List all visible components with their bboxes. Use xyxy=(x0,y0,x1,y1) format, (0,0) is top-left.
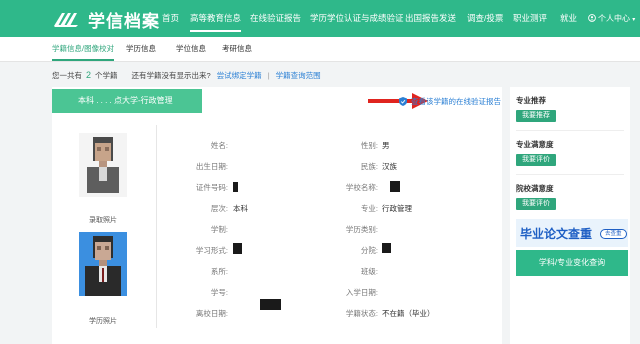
rate-major-button[interactable]: 我要评价 xyxy=(516,154,556,166)
redacted-block xyxy=(233,243,242,254)
query-scope-link[interactable]: 学籍查询范围 xyxy=(276,71,321,80)
chevron-down-icon: ▾ xyxy=(632,17,636,23)
tab-postgrad-exam[interactable]: 考研信息 xyxy=(222,37,252,61)
summary-prefix: 您一共有 xyxy=(52,71,82,80)
user-icon xyxy=(588,14,596,22)
redacted-block xyxy=(233,182,238,192)
redacted-block xyxy=(390,181,400,192)
field-value-major: 行政管理 xyxy=(382,204,412,213)
banner-title: 毕业论文查重 xyxy=(520,227,593,241)
user-menu[interactable]: 个人中心 ▾ xyxy=(588,0,635,37)
record-title-tab[interactable]: 本科 . . . . 点大学-行政管理 xyxy=(52,89,202,113)
person-photo-icon xyxy=(85,236,121,296)
sidebar-divider xyxy=(516,174,624,175)
nav-higher-education[interactable]: 高等教育信息 xyxy=(190,0,242,37)
online-report-label: 查看该学籍的在线验证报告 xyxy=(411,97,501,106)
missing-record-question: 还有学籍没有显示出来? xyxy=(131,71,211,80)
user-menu-label: 个人中心 xyxy=(598,14,630,23)
banner-check-button[interactable]: 去查重 xyxy=(600,229,627,239)
nav-overseas-report[interactable]: 出国报告发送 xyxy=(405,0,456,37)
nav-home[interactable]: 首页 xyxy=(162,0,179,37)
nav-survey[interactable]: 调查/投票 xyxy=(467,0,503,37)
major-change-query-button[interactable]: 学科/专业变化查询 xyxy=(516,250,628,276)
person-photo-icon xyxy=(87,137,119,193)
field-label-level: 层次: xyxy=(210,204,228,213)
record-summary: 您一共有 2 个学籍 还有学籍没有显示出来? 尝试绑定学籍 | 学籍查询范围 xyxy=(52,70,321,81)
sidebar: 专业推荐 我要推荐 专业满意度 我要评价 院校满意度 我要评价 毕业论文查重 去… xyxy=(510,87,630,344)
divider: | xyxy=(267,71,270,80)
sub-nav: 学籍信息/图像校对 学历信息 学位信息 考研信息 xyxy=(0,37,640,62)
field-label-school-name: 学校名称: xyxy=(345,183,378,192)
tab-degree-record[interactable]: 学历信息 xyxy=(126,37,156,61)
field-label-branch: 分院: xyxy=(360,246,378,255)
logo[interactable]: 学信档案 xyxy=(52,8,160,31)
field-label-study-mode: 学习形式: xyxy=(195,246,228,255)
top-nav: 学信档案 首页 高等教育信息 在线验证报告 学历学位认证与成绩验证 出国报告发送… xyxy=(0,0,640,37)
redacted-block xyxy=(382,243,391,253)
tab-enrollment-info[interactable]: 学籍信息/图像校对 xyxy=(52,37,115,61)
bind-record-link[interactable]: 尝试绑定学籍 xyxy=(217,71,262,80)
field-label-degree-type: 学历类别: xyxy=(345,225,378,234)
online-report-link[interactable]: 查看该学籍的在线验证报告 xyxy=(399,96,501,107)
sidebar-title-major-satisfaction: 专业满意度 xyxy=(516,140,554,149)
logo-text: 学信档案 xyxy=(88,11,160,31)
field-value-ethnicity: 汉族 xyxy=(382,162,397,171)
field-label-leave-date: 离校日期: xyxy=(195,309,228,318)
field-label-record-status: 学籍状态: xyxy=(345,309,378,318)
admission-photo xyxy=(79,133,127,197)
record-count: 2 xyxy=(86,70,92,80)
tab-degree-info[interactable]: 学位信息 xyxy=(176,37,206,61)
field-label-ethnicity: 民族: xyxy=(360,162,378,171)
field-label-class: 班级: xyxy=(360,267,378,276)
graduation-photo xyxy=(79,232,127,296)
field-label-duration: 学制: xyxy=(210,225,228,234)
field-label-birth-date: 出生日期: xyxy=(195,162,228,171)
nav-employment[interactable]: 就业 xyxy=(560,0,577,37)
field-value-gender: 男 xyxy=(382,141,390,150)
field-label-name: 姓名: xyxy=(210,141,228,150)
field-label-major: 专业: xyxy=(360,204,378,213)
field-value-level: 本科 xyxy=(233,204,248,213)
nav-online-report[interactable]: 在线验证报告 xyxy=(250,0,301,37)
field-label-gender: 性别: xyxy=(360,141,378,150)
column-divider xyxy=(156,125,157,328)
rate-school-button[interactable]: 我要评价 xyxy=(516,198,556,210)
redacted-block xyxy=(260,299,281,310)
nav-certification[interactable]: 学历学位认证与成绩验证 xyxy=(310,0,404,37)
shield-icon xyxy=(399,97,407,106)
admission-photo-caption: 录取照片 xyxy=(89,217,117,224)
field-value-record-status: 不在籍（毕业） xyxy=(382,309,435,318)
graduation-photo-caption: 学历照片 xyxy=(89,318,117,325)
record-card: 本科 . . . . 点大学-行政管理 查看该学籍的在线验证报告 录取照片 学历… xyxy=(52,87,502,344)
book-logo-icon xyxy=(54,13,78,27)
sidebar-title-school-satisfaction: 院校满意度 xyxy=(516,184,554,193)
recommend-button[interactable]: 我要推荐 xyxy=(516,110,556,122)
nav-career-test[interactable]: 职业测评 xyxy=(513,0,547,37)
field-label-student-id: 学号: xyxy=(210,288,228,297)
thesis-check-banner[interactable]: 毕业论文查重 去查重 xyxy=(516,219,628,247)
summary-suffix: 个学籍 xyxy=(95,71,118,80)
field-label-enrollment-date: 入学日期: xyxy=(345,288,378,297)
field-label-department: 系所: xyxy=(210,267,228,276)
sidebar-divider xyxy=(516,130,624,131)
field-label-id-number: 证件号码: xyxy=(195,183,228,192)
sidebar-title-major-recommend: 专业推荐 xyxy=(516,96,546,105)
